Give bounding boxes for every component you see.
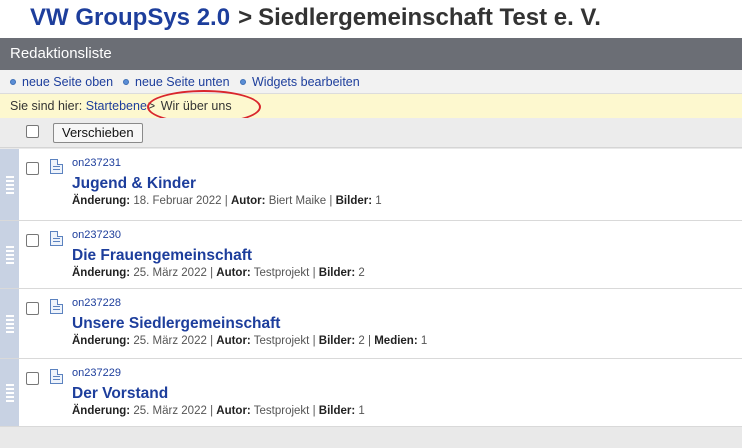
new-page-bottom-label: neue Seite unten xyxy=(135,75,230,89)
app-title: VW GroupSys 2.0 > Siedlergemeinschaft Test… xyxy=(30,4,601,32)
edit-widgets-label: Widgets bearbeiten xyxy=(252,75,360,89)
section-title: Redaktionsliste xyxy=(10,45,112,62)
page-meta: Änderung: 18. Februar 2022 | Autor: Bier… xyxy=(72,195,382,207)
row-checkbox[interactable] xyxy=(26,302,39,315)
author-name: Biert Maike xyxy=(268,195,327,207)
drag-handle-icon[interactable] xyxy=(0,289,19,358)
organization-name: Siedlergemeinschaft Test e. V. xyxy=(258,4,601,31)
meta-separator: | xyxy=(368,335,372,347)
meta-separator: | xyxy=(224,195,228,207)
changed-date: 18. Februar 2022 xyxy=(133,195,222,207)
changed-label: Änderung: xyxy=(72,195,131,207)
list-item: on237228 Unsere Siedlergemeinschaft Ände… xyxy=(0,289,742,359)
document-icon xyxy=(50,299,63,314)
list-item: on237229 Der Vorstand Änderung: 25. März… xyxy=(0,359,742,427)
page-title-link[interactable]: Die Frauengemeinschaft xyxy=(72,247,252,265)
document-icon xyxy=(50,231,63,246)
images-label: Bilder: xyxy=(318,267,356,279)
page-id-link[interactable]: on237228 xyxy=(72,297,121,309)
media-label: Medien: xyxy=(374,335,418,347)
app-header: VW GroupSys 2.0 > Siedlergemeinschaft Test… xyxy=(0,0,742,38)
media-count: 1 xyxy=(420,335,428,347)
page-title-link[interactable]: Der Vorstand xyxy=(72,385,168,403)
page-meta: Änderung: 25. März 2022 | Autor: Testpro… xyxy=(72,335,427,347)
page-meta: Änderung: 25. März 2022 | Autor: Testpro… xyxy=(72,405,365,417)
page-id-link[interactable]: on237230 xyxy=(72,229,121,241)
breadcrumb-prefix: Sie sind hier: xyxy=(10,99,83,113)
page-id-link[interactable]: on237231 xyxy=(72,157,121,169)
bullet-icon xyxy=(123,79,129,85)
images-label: Bilder: xyxy=(335,195,373,207)
breadcrumb: Sie sind hier: Startebene> Wir über uns xyxy=(0,94,742,118)
changed-date: 25. März 2022 xyxy=(133,267,207,279)
document-icon xyxy=(50,159,63,174)
meta-separator: | xyxy=(329,195,333,207)
section-title-bar: Redaktionsliste xyxy=(0,38,742,70)
page-title-link[interactable]: Unsere Siedlergemeinschaft xyxy=(72,315,280,333)
action-bar: neue Seite oben neue Seite unten Widgets… xyxy=(0,70,742,94)
changed-label: Änderung: xyxy=(72,267,131,279)
author-label: Autor: xyxy=(216,267,251,279)
author-name: Testprojekt xyxy=(253,405,310,417)
author-name: Testprojekt xyxy=(253,335,310,347)
select-all-checkbox[interactable] xyxy=(26,125,39,138)
author-label: Autor: xyxy=(216,405,251,417)
bullet-icon xyxy=(240,79,246,85)
meta-separator: | xyxy=(210,267,214,279)
bullet-icon xyxy=(10,79,16,85)
drag-handle-icon[interactable] xyxy=(0,149,19,220)
page-id-link[interactable]: on237229 xyxy=(72,367,121,379)
title-separator: > xyxy=(238,4,253,31)
images-count: 1 xyxy=(358,405,365,417)
new-page-bottom-link[interactable]: neue Seite unten xyxy=(123,75,230,89)
changed-date: 25. März 2022 xyxy=(133,335,207,347)
images-count: 1 xyxy=(375,195,382,207)
author-name: Testprojekt xyxy=(253,267,310,279)
author-label: Autor: xyxy=(230,195,266,207)
meta-separator: | xyxy=(312,405,316,417)
edit-widgets-link[interactable]: Widgets bearbeiten xyxy=(240,75,360,89)
drag-handle-icon[interactable] xyxy=(0,221,19,288)
breadcrumb-root-link[interactable]: Startebene xyxy=(86,99,147,113)
list-toolbar: Verschieben xyxy=(0,118,742,148)
document-icon xyxy=(50,369,63,384)
page-title-link[interactable]: Jugend & Kinder xyxy=(72,175,196,193)
changed-label: Änderung: xyxy=(72,405,131,417)
page-meta: Änderung: 25. März 2022 | Autor: Testpro… xyxy=(72,267,365,279)
images-label: Bilder: xyxy=(318,405,356,417)
app-name: VW GroupSys 2.0 xyxy=(30,4,231,31)
changed-date: 25. März 2022 xyxy=(133,405,207,417)
images-count: 2 xyxy=(358,335,365,347)
row-checkbox[interactable] xyxy=(26,162,39,175)
meta-separator: | xyxy=(312,267,316,279)
list-item: on237230 Die Frauengemeinschaft Änderung… xyxy=(0,221,742,289)
meta-separator: | xyxy=(210,405,214,417)
drag-handle-icon[interactable] xyxy=(0,359,19,426)
images-count: 2 xyxy=(358,267,365,279)
meta-separator: | xyxy=(210,335,214,347)
new-page-top-link[interactable]: neue Seite oben xyxy=(10,75,113,89)
row-checkbox[interactable] xyxy=(26,372,39,385)
row-checkbox[interactable] xyxy=(26,234,39,247)
new-page-top-label: neue Seite oben xyxy=(22,75,114,89)
meta-separator: | xyxy=(312,335,316,347)
images-label: Bilder: xyxy=(318,335,356,347)
move-button[interactable]: Verschieben xyxy=(53,123,143,143)
list-item: on237231 Jugend & Kinder Änderung: 18. F… xyxy=(0,149,742,221)
changed-label: Änderung: xyxy=(72,335,131,347)
author-label: Autor: xyxy=(216,335,251,347)
